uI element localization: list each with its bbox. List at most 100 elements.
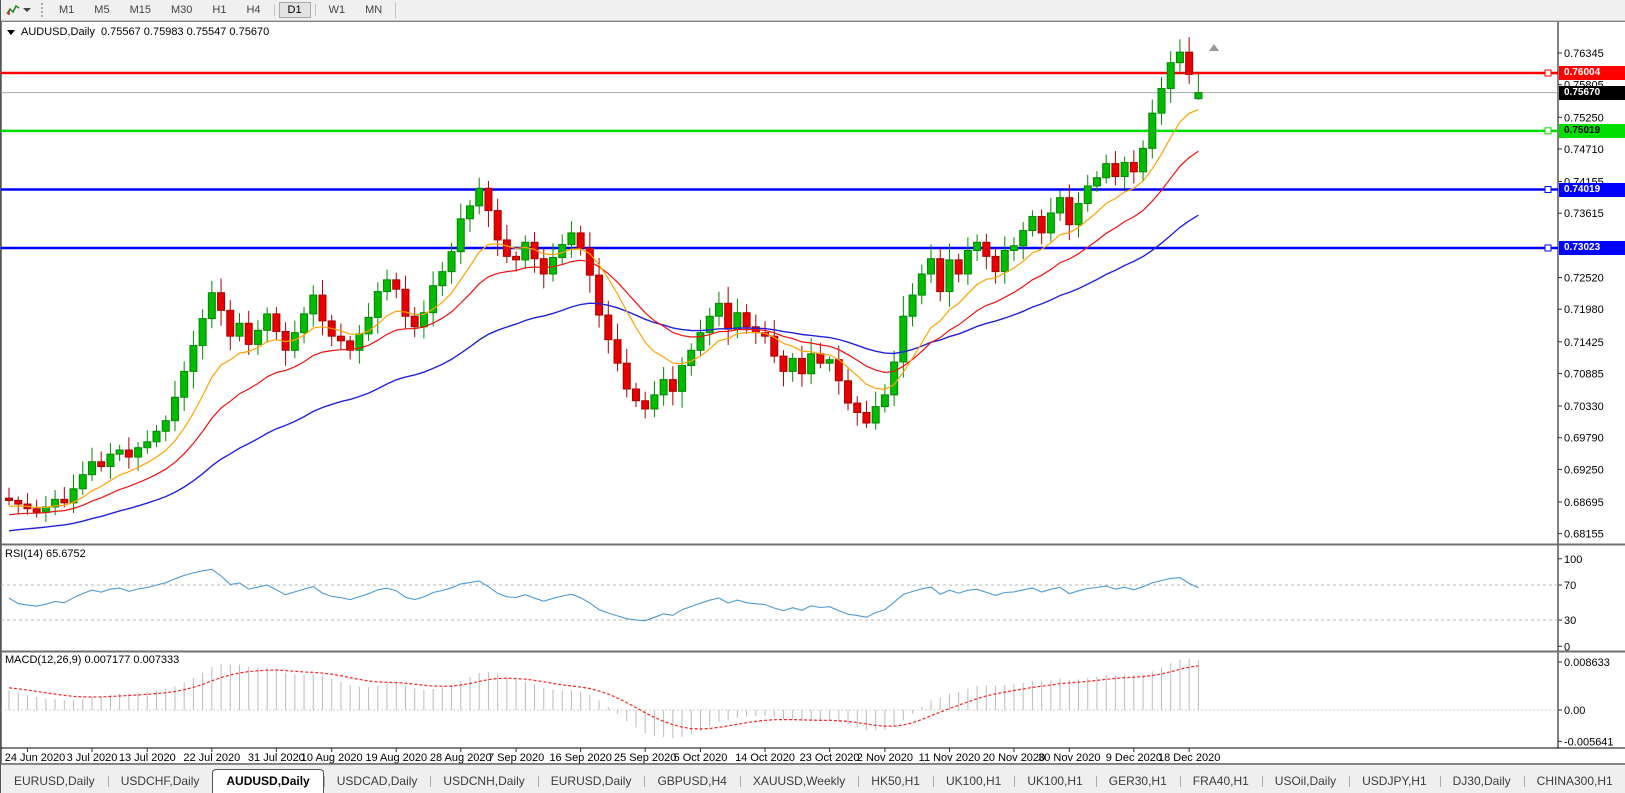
chart-tabs-bar: EURUSD,Daily USDCHF,Daily AUDUSD,Daily USDC… bbox=[1, 764, 1625, 793]
candle-body bbox=[1157, 88, 1166, 114]
price-tick-label: 0.76345 bbox=[1564, 48, 1604, 60]
chart-tab-hk50-h1[interactable]: HK50,H1 bbox=[858, 770, 933, 793]
hline-handle[interactable] bbox=[1544, 186, 1552, 194]
date-label: 14 Oct 2020 bbox=[735, 752, 795, 764]
chart-tab-usdcad-daily[interactable]: USDCAD,Daily bbox=[323, 770, 431, 793]
chart-tab-gbpusd-h4[interactable]: GBPUSD,H4 bbox=[644, 770, 739, 793]
toolbar-separator bbox=[314, 4, 316, 16]
candle-body bbox=[180, 370, 189, 398]
candle-body bbox=[502, 239, 511, 257]
candle-body bbox=[678, 365, 687, 392]
price-tick-label: 0.74710 bbox=[1564, 144, 1604, 156]
candle-body bbox=[890, 361, 899, 396]
chart-tab-uk100-h1[interactable]: UK100,H1 bbox=[932, 770, 1014, 793]
candle-body bbox=[106, 453, 115, 467]
collapse-triangle-icon[interactable] bbox=[7, 29, 15, 35]
chart-tab-xauusd-weekly[interactable]: XAUUSD,Weekly bbox=[739, 770, 858, 793]
chart-tab-usdcnh-daily[interactable]: USDCNH,Daily bbox=[430, 770, 537, 793]
chart-shift-marker-icon[interactable] bbox=[1209, 44, 1219, 51]
candle-body bbox=[733, 312, 742, 330]
chevron-down-icon[interactable] bbox=[23, 8, 31, 12]
chart-tab-dj30-daily[interactable]: DJ30,Daily bbox=[1439, 770, 1524, 793]
chart-tab-usoil-daily[interactable]: USOil,Daily bbox=[1261, 770, 1349, 793]
date-label: 5 Oct 2020 bbox=[674, 752, 728, 764]
timeframe-button-h4[interactable]: H4 bbox=[237, 2, 269, 18]
date-label: 11 Nov 2020 bbox=[919, 752, 981, 764]
candle-body bbox=[392, 279, 401, 290]
chart-tab-usdjpy-h1[interactable]: USDJPY,H1 bbox=[1349, 770, 1439, 793]
chart-canvas[interactable]: 0.763450.758050.752500.747100.741550.736… bbox=[1, 21, 1625, 764]
timeframe-button-mn[interactable]: MN bbox=[356, 2, 391, 18]
timeframe-button-h1[interactable]: H1 bbox=[203, 2, 235, 18]
chart-area: 0.763450.758050.752500.747100.741550.736… bbox=[1, 21, 1625, 764]
timeframe-button-w1[interactable]: W1 bbox=[320, 2, 355, 18]
candle-body bbox=[1102, 163, 1111, 179]
candle-body bbox=[576, 232, 585, 249]
chart-tab-china300-h1[interactable]: CHINA300,H1 bbox=[1523, 770, 1625, 793]
candle-body bbox=[521, 241, 530, 261]
indicator-chart-icon[interactable] bbox=[3, 2, 23, 19]
macd-tick-label: 0.00 bbox=[1564, 705, 1585, 717]
price-flag[interactable]: 0.75019 bbox=[1559, 123, 1625, 138]
candle-body bbox=[512, 255, 521, 261]
chart-tab-audusd-daily[interactable]: AUDUSD,Daily bbox=[212, 769, 324, 793]
candle-body bbox=[659, 379, 668, 396]
chart-tab-ger30-h1[interactable]: GER30,H1 bbox=[1095, 770, 1180, 793]
toolbar-grip[interactable] bbox=[41, 3, 43, 17]
ohlc-values: 0.75567 0.75983 0.75547 0.75670 bbox=[100, 26, 270, 38]
candle-body bbox=[170, 396, 179, 422]
price-flag[interactable]: 0.76004 bbox=[1559, 66, 1625, 80]
candle-body bbox=[936, 258, 945, 293]
price-tick-label: 0.72520 bbox=[1564, 272, 1604, 284]
candle-body bbox=[853, 402, 862, 413]
candle-body bbox=[226, 309, 235, 337]
candle-body bbox=[1037, 215, 1046, 234]
date-label: 30 Nov 2020 bbox=[1038, 752, 1100, 764]
chart-tab-eurusd-daily[interactable]: EURUSD,Daily bbox=[537, 770, 645, 793]
date-label: 3 Jul 2020 bbox=[67, 752, 118, 764]
candle-body bbox=[982, 241, 991, 257]
candle-body bbox=[484, 187, 493, 212]
date-label: 31 Jul 2020 bbox=[248, 752, 305, 764]
date-label: 13 Jul 2020 bbox=[119, 752, 176, 764]
candle-body bbox=[410, 315, 419, 328]
date-label: 28 Aug 2020 bbox=[430, 752, 492, 764]
hline-handle[interactable] bbox=[1544, 69, 1552, 77]
chart-tab-fra40-h1[interactable]: FRA40,H1 bbox=[1179, 770, 1262, 793]
candle-body bbox=[1056, 197, 1065, 214]
chart-tab-usdchf-daily[interactable]: USDCHF,Daily bbox=[107, 770, 213, 793]
timeframe-button-d1[interactable]: D1 bbox=[278, 2, 311, 18]
timeframe-button-m1[interactable]: M1 bbox=[50, 2, 83, 18]
candle-body bbox=[880, 394, 889, 408]
date-label: 22 Jul 2020 bbox=[183, 752, 240, 764]
date-label: 2 Nov 2020 bbox=[857, 752, 913, 764]
candle-body bbox=[1194, 92, 1203, 100]
price-tick-label: 0.71980 bbox=[1564, 304, 1604, 316]
price-flag[interactable]: 0.73023 bbox=[1559, 240, 1625, 255]
candle-body bbox=[945, 259, 954, 293]
price-flag[interactable]: 0.75670 bbox=[1559, 85, 1625, 100]
candle-body bbox=[973, 241, 982, 251]
chart-tab-eurusd-daily[interactable]: EURUSD,Daily bbox=[1, 770, 108, 793]
timeframe-button-m5[interactable]: M5 bbox=[85, 2, 118, 18]
candle-body bbox=[595, 274, 604, 316]
hline-handle[interactable] bbox=[1544, 127, 1552, 135]
timeframe-button-m30[interactable]: M30 bbox=[162, 2, 201, 18]
candle-body bbox=[1000, 249, 1009, 273]
hline-handle[interactable] bbox=[1544, 244, 1552, 252]
candle-body bbox=[1074, 203, 1083, 226]
candle-body bbox=[253, 329, 262, 345]
date-label: 9 Dec 2020 bbox=[1106, 752, 1162, 764]
candle-body bbox=[1175, 51, 1184, 64]
price-flag[interactable]: 0.74019 bbox=[1559, 182, 1625, 197]
candle-body bbox=[641, 400, 650, 410]
toolbar-separator bbox=[273, 4, 275, 16]
candle-body bbox=[991, 255, 1000, 273]
timeframe-button-m15[interactable]: M15 bbox=[121, 2, 160, 18]
candle-body bbox=[217, 292, 226, 311]
price-tick-label: 0.70330 bbox=[1564, 401, 1604, 413]
candle-body bbox=[78, 474, 87, 490]
candle-body bbox=[1166, 62, 1175, 90]
symbol-title: AUDUSD,Daily bbox=[21, 26, 95, 38]
chart-tab-uk100-h1[interactable]: UK100,H1 bbox=[1014, 770, 1095, 793]
